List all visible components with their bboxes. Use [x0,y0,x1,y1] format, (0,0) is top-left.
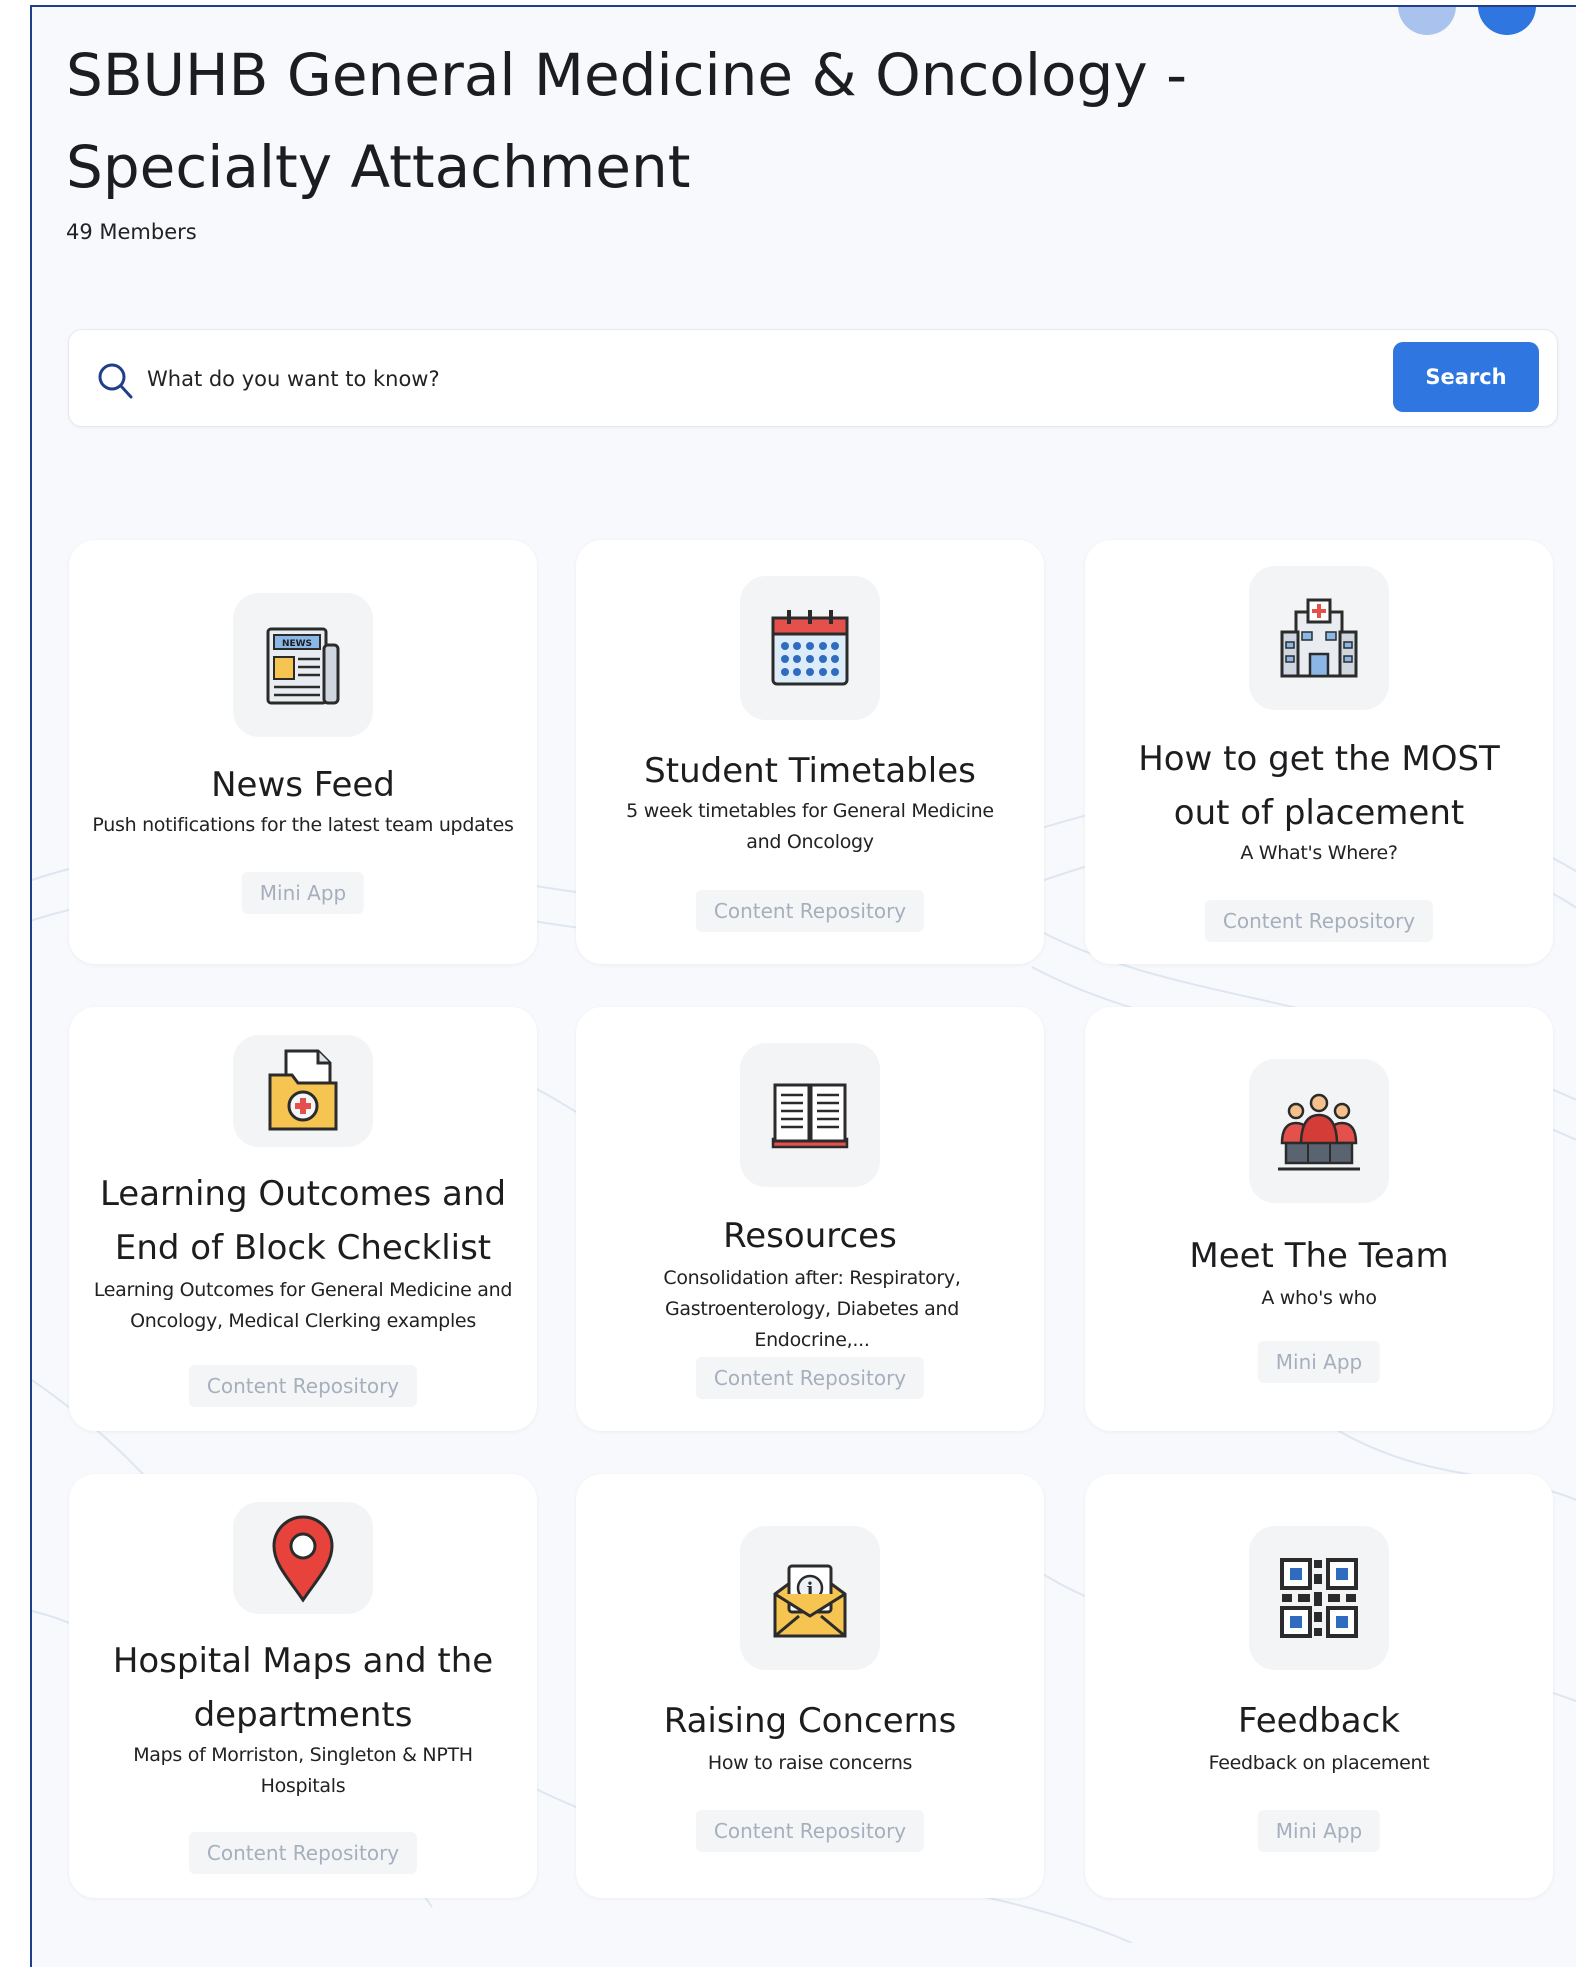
card-learning-outcomes[interactable]: Learning Outcomes and End of Block Check… [69,1007,537,1431]
card-most-out-of-placement[interactable]: How to get the MOST out of placement A W… [1085,540,1553,964]
card-description: How to raise concerns [707,1752,913,1774]
member-count: 49 Members [66,220,197,244]
card-title: News Feed [211,765,395,805]
card-feedback[interactable]: Feedback Feedback on placement Mini App [1085,1474,1553,1898]
card-title: Meet The Team [1189,1236,1449,1276]
card-title: Resources [723,1216,897,1256]
card-student-timetables[interactable]: Student Timetables 5 week timetables for… [576,540,1044,964]
card-title: Raising Concerns [663,1701,957,1741]
card-tag: Content Repository [188,1365,418,1407]
card-tag: Mini App [241,872,365,914]
team-icon [1278,1093,1360,1171]
medical-folder-icon [268,1049,338,1131]
svg-text:NEWS: NEWS [282,639,312,649]
map-pin-icon [272,1515,334,1603]
card-raising-concerns[interactable]: i Raising Concerns How to raise concerns… [576,1474,1044,1898]
card-resources[interactable]: Resources Consolidation after: Respirato… [576,1007,1044,1431]
card-tag: Content Repository [695,1810,925,1852]
card-description: Learning Outcomes for General Medicine a… [93,1279,513,1332]
search-bar: Search [68,329,1558,427]
card-description: Maps of Morriston, Singleton & NPTH Hosp… [133,1744,473,1797]
card-title: Student Timetables [644,751,976,791]
card-title: Hospital Maps and the departments [112,1641,494,1735]
card-description: A What's Where? [1240,842,1398,864]
card-tag: Mini App [1257,1810,1381,1852]
card-description: Push notifications for the latest team u… [92,814,514,836]
qr-code-icon [1280,1558,1358,1638]
card-tag: Mini App [1257,1341,1381,1383]
card-description: A who's who [1261,1287,1377,1309]
search-button[interactable]: Search [1393,342,1539,412]
card-description: Consolidation after: Respiratory, Gastro… [663,1267,961,1351]
app-frame: SBUHB General Medicine & Oncology - Spec… [30,5,1576,1967]
info-envelope-icon: i [773,1564,847,1638]
card-title: Learning Outcomes and End of Block Check… [99,1174,507,1268]
search-icon [98,363,133,399]
card-tag: Content Repository [695,890,925,932]
card-description: Feedback on placement [1208,1752,1430,1774]
open-book-icon [771,1083,849,1149]
page-title: SBUHB General Medicine & Oncology - Spec… [66,41,1188,201]
card-meet-the-team[interactable]: Meet The Team A who's who Mini App [1085,1007,1553,1431]
card-tag: Content Repository [1204,900,1434,942]
card-title: How to get the MOST out of placement [1138,739,1500,833]
card-title: Feedback [1238,1701,1400,1741]
newspaper-icon: NEWS [266,627,340,705]
hospital-icon [1280,598,1358,678]
card-news-feed[interactable]: NEWS News Feed Push notifications for th… [69,540,537,964]
search-input[interactable] [145,354,1149,404]
card-tag: Content Repository [188,1832,418,1874]
calendar-icon [771,610,849,686]
card-description: 5 week timetables for General Medicine a… [626,800,994,853]
card-tag: Content Repository [695,1357,925,1399]
card-hospital-maps[interactable]: Hospital Maps and the departments Maps o… [69,1474,537,1898]
